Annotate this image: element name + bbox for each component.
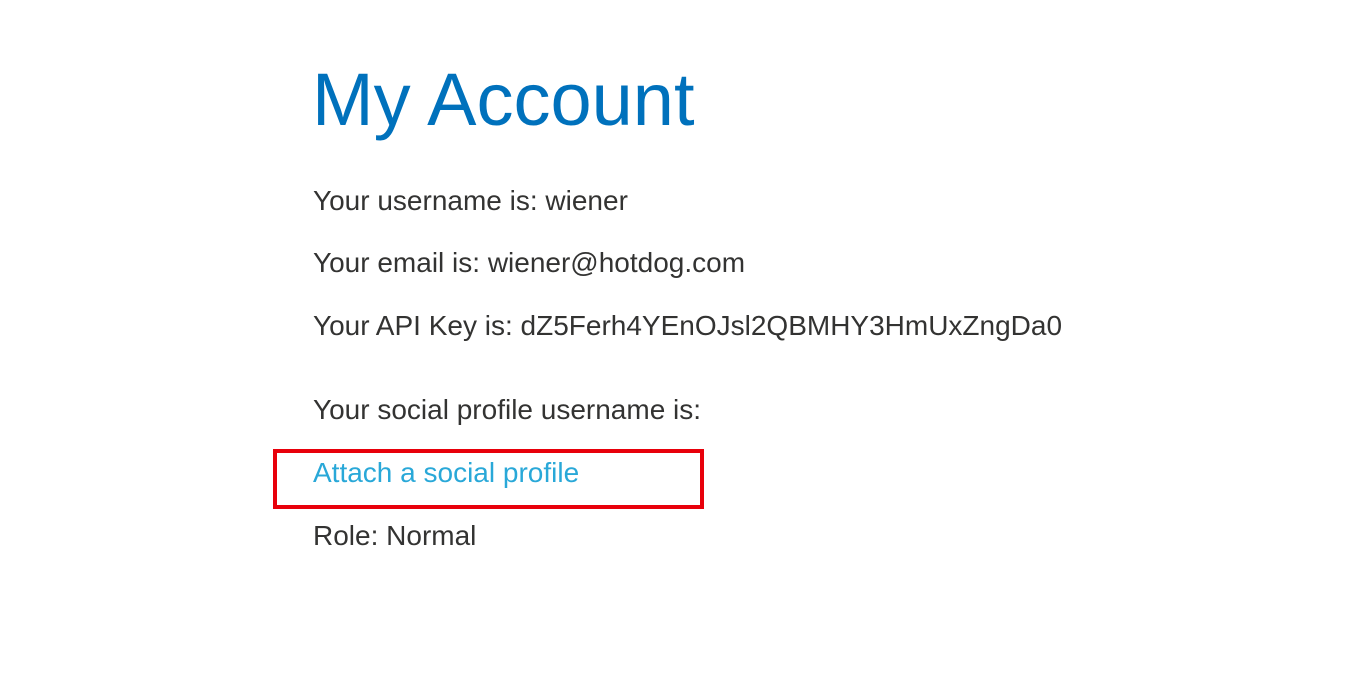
api-key-line: Your API Key is: dZ5Ferh4YEnOJsl2QBMHY3H… xyxy=(313,310,1063,341)
social-profile-line: Your social profile username is: xyxy=(313,394,702,425)
role-line: Role: Normal xyxy=(313,520,477,551)
email-line: Your email is: wiener@hotdog.com xyxy=(313,247,746,278)
page-title: My Account xyxy=(312,58,695,141)
attach-social-profile-link[interactable]: Attach a social profile xyxy=(313,456,579,490)
account-page: My Account Your username is: wiener Your… xyxy=(0,0,1354,682)
username-line: Your username is: wiener xyxy=(313,185,628,216)
